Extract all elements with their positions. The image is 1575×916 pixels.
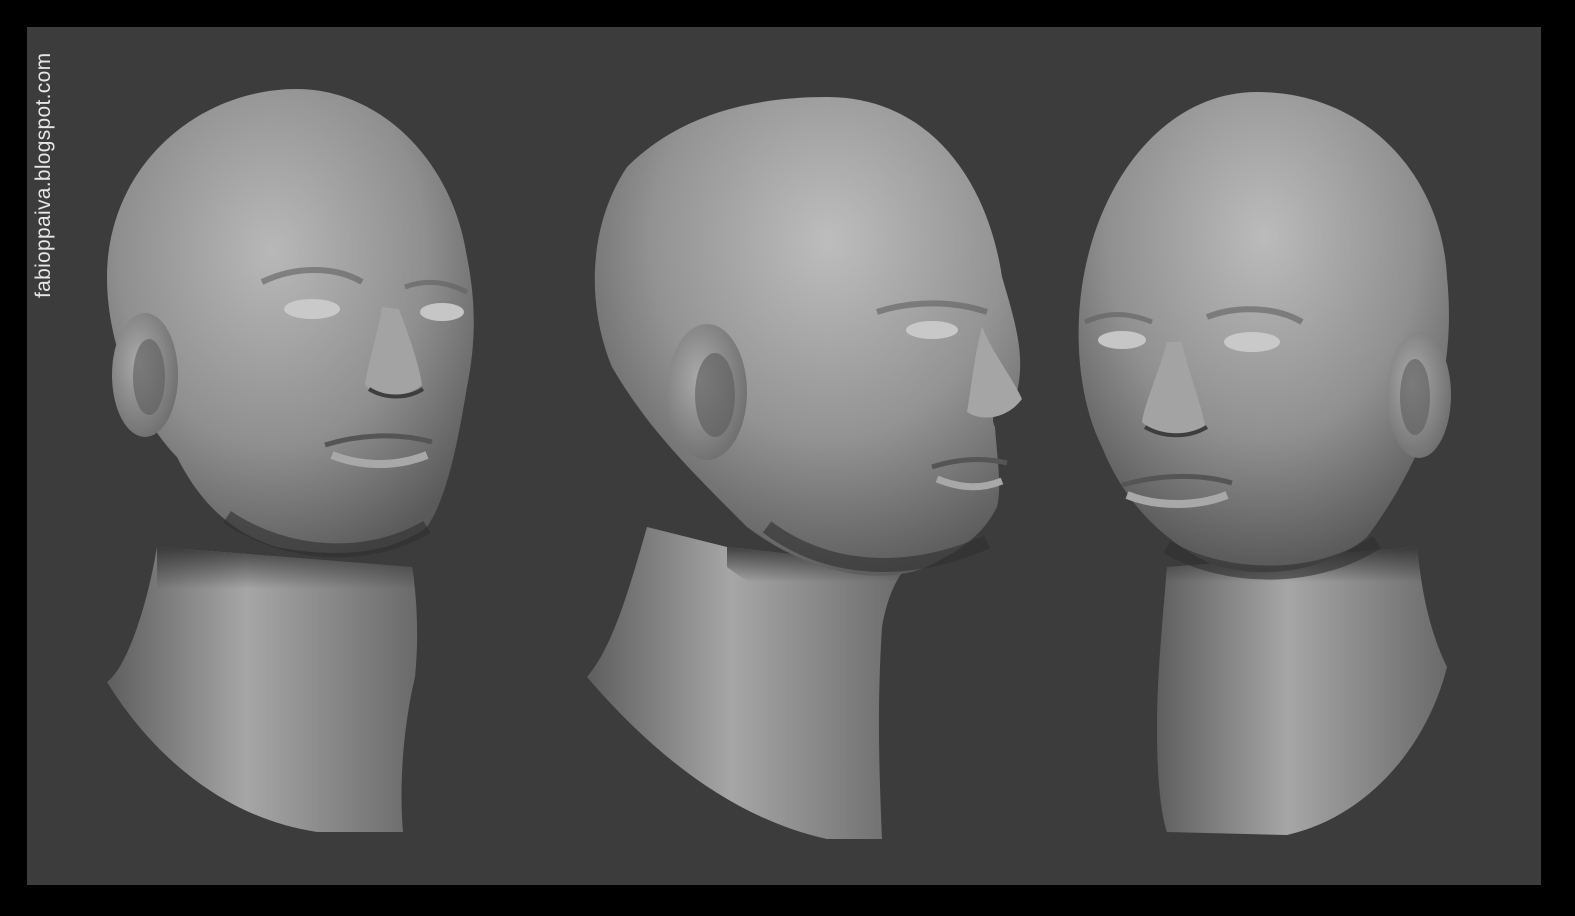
eye-right [420,303,464,321]
sculpt-render [107,89,1451,839]
eye [906,321,958,339]
head-three-quarter-left [107,89,474,832]
ear-inner [133,339,165,415]
head-three-quarter-right [1078,92,1451,835]
head-profile-right [587,97,1022,839]
image-frame: fabioppaiva.blogspot.com [0,0,1575,916]
eye [284,299,340,319]
head-shape [594,97,1021,576]
ear-inner [1400,359,1430,435]
eye-right [1224,332,1280,352]
head-shape [107,89,474,553]
eye [1098,331,1146,349]
ear-inner [695,353,735,437]
watermark-text: fabioppaiva.blogspot.com [32,52,55,298]
render-canvas [27,27,1541,885]
